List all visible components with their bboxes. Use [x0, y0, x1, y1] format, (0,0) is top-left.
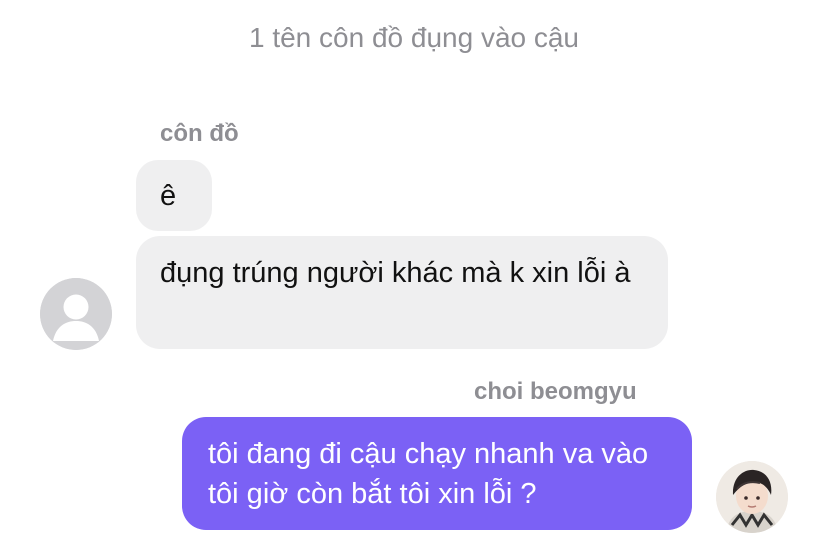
- message-text: ê: [160, 180, 177, 212]
- sender-name-choi-beomgyu: choi beomgyu: [474, 378, 637, 405]
- chat-header: 1 tên côn đồ đụng vào cậu: [248, 22, 580, 53]
- message-text: tôi đang đi cậu chạy nhanh va vào tôi gi…: [208, 438, 649, 510]
- sender-name-con-do: côn đồ: [160, 120, 239, 147]
- message-text: đụng trúng người khác mà k xin lỗi à: [160, 257, 631, 289]
- incoming-message-bubble[interactable]: đụng trúng người khác mà k xin lỗi à: [136, 236, 668, 349]
- profile-avatar[interactable]: [716, 461, 788, 533]
- outgoing-message-bubble[interactable]: tôi đang đi cậu chạy nhanh va vào tôi gi…: [182, 417, 692, 530]
- incoming-message-bubble[interactable]: ê: [136, 160, 212, 231]
- default-avatar-icon[interactable]: [40, 278, 112, 350]
